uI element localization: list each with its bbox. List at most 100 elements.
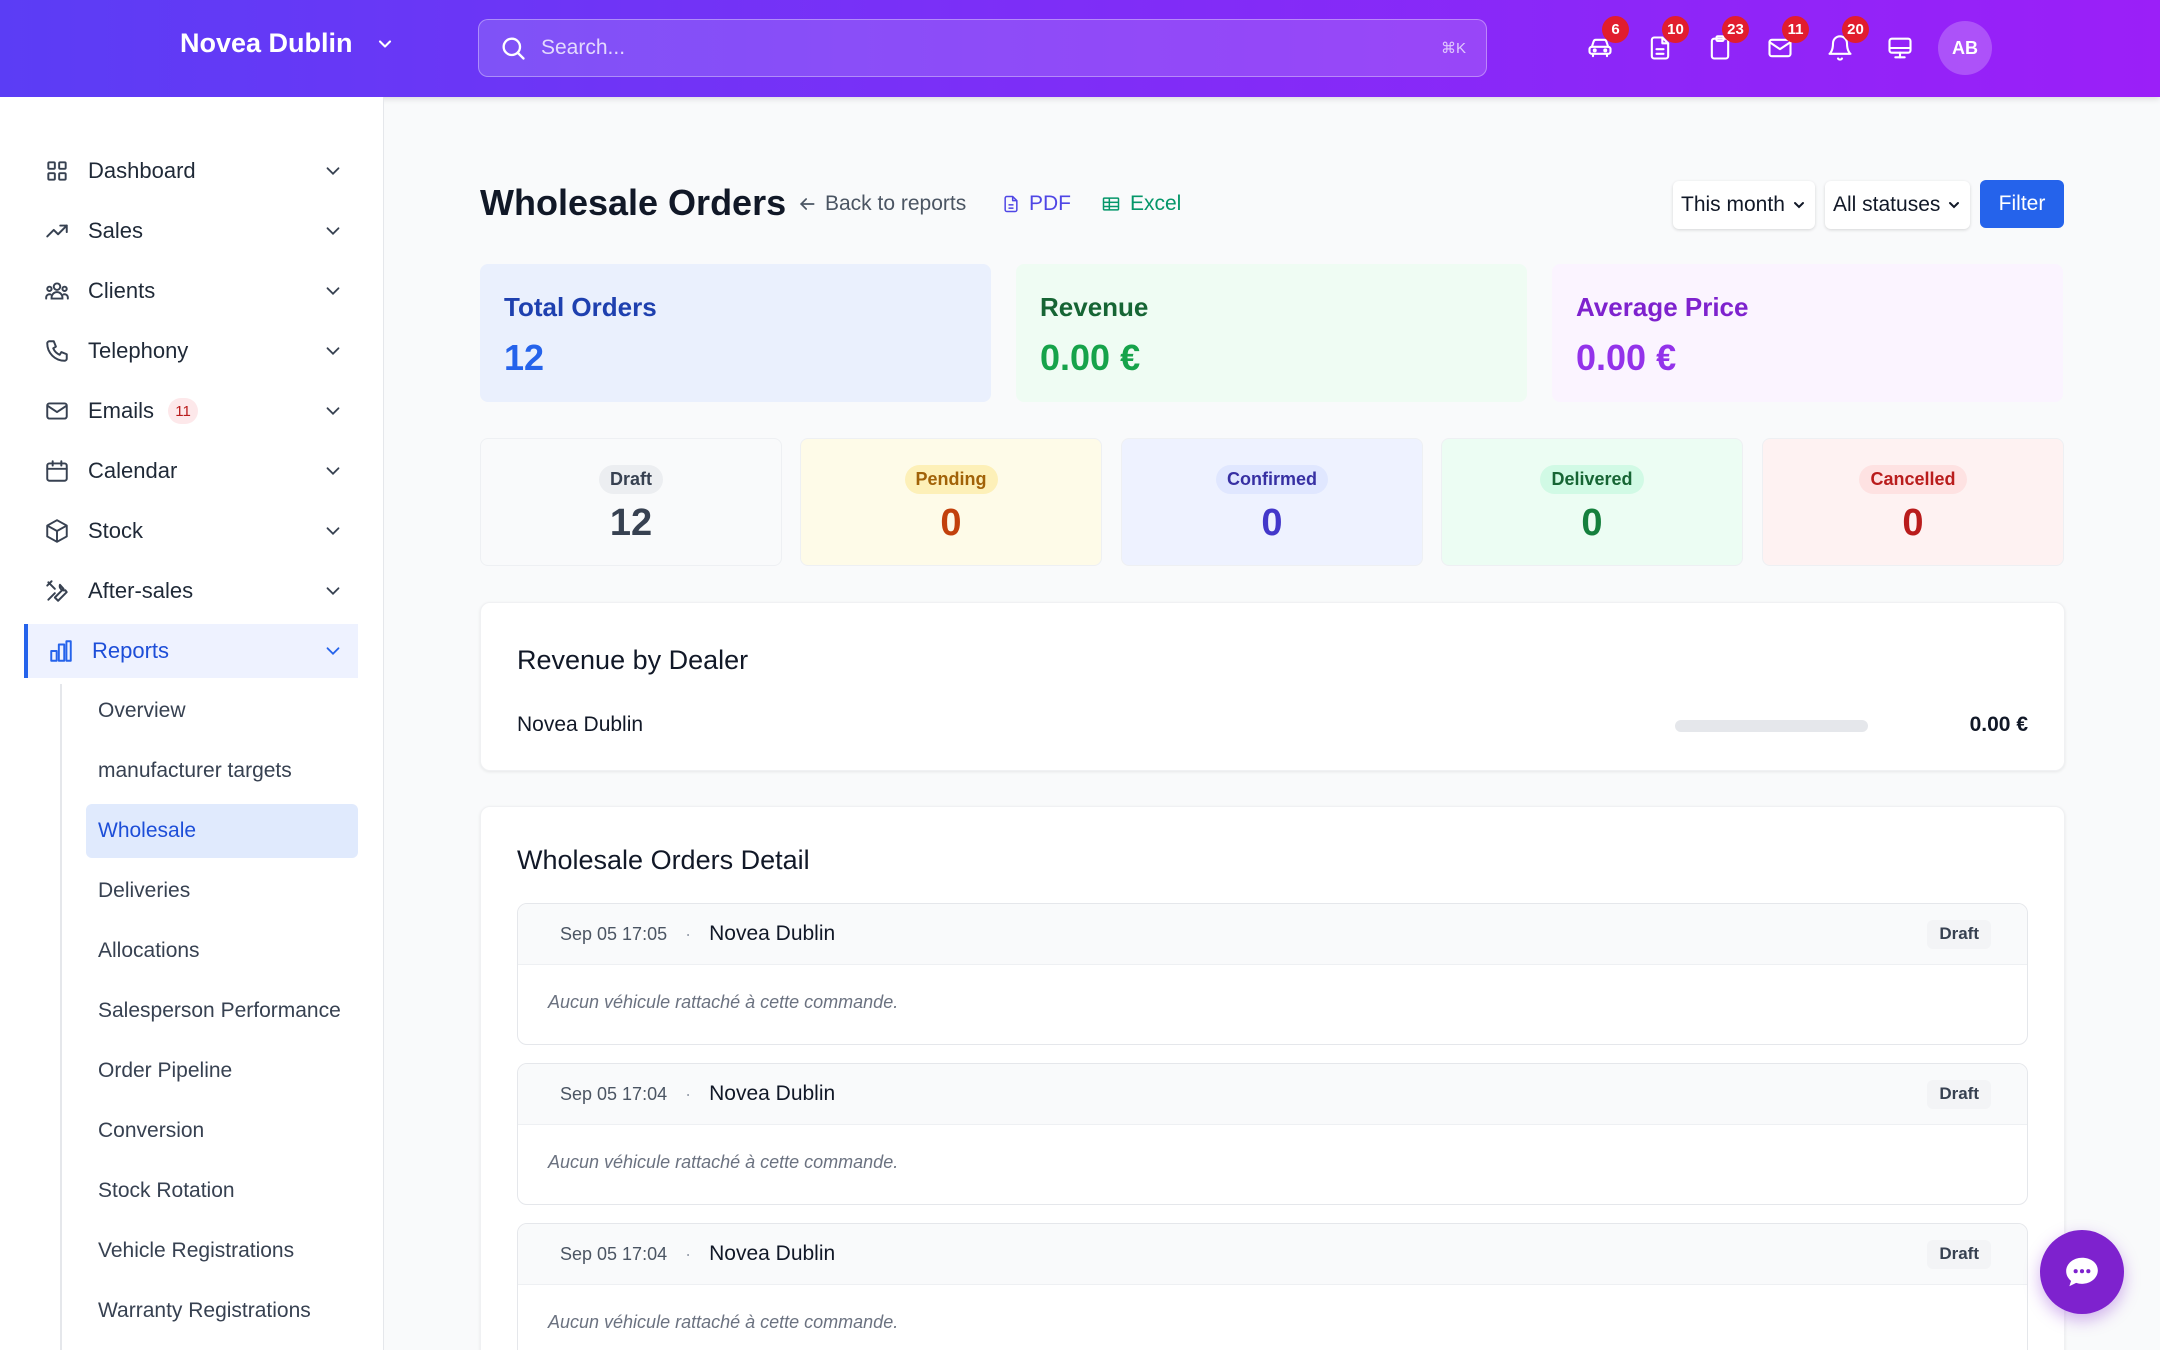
status-card-confirmed[interactable]: Confirmed 0 bbox=[1121, 438, 1423, 566]
trending-up-icon bbox=[46, 224, 68, 238]
order-empty-note: Aucun véhicule rattaché à cette commande… bbox=[548, 1312, 899, 1332]
revenue-label: Revenue bbox=[1040, 292, 1149, 322]
subnav-item-wholesale[interactable]: Wholesale bbox=[86, 804, 358, 858]
status-select[interactable]: All statuses bbox=[1825, 181, 1971, 229]
submenu-guide-line bbox=[60, 684, 62, 1350]
filter-button[interactable]: Filter bbox=[1980, 180, 2064, 228]
dealer-name: Novea Dublin bbox=[180, 28, 353, 58]
sidebar-item-label: After-sales bbox=[88, 578, 194, 603]
status-count: 0 bbox=[940, 502, 962, 544]
spreadsheet-icon bbox=[1102, 197, 1120, 211]
status-card-pending[interactable]: Pending 0 bbox=[800, 438, 1102, 566]
average-price-card: Average Price 0.00 € bbox=[1552, 264, 2063, 402]
total-orders-value: 12 bbox=[504, 337, 545, 378]
order-dealer: Novea Dublin bbox=[709, 1242, 836, 1265]
tasks-button[interactable]: 23 bbox=[1690, 16, 1750, 70]
tools-icon bbox=[46, 580, 68, 602]
sidebar-item-label: Calendar bbox=[88, 458, 178, 483]
dealer-row-name: Novea Dublin bbox=[517, 713, 644, 736]
user-avatar[interactable]: AB bbox=[1938, 21, 1992, 75]
sidebar-item-label: Dashboard bbox=[88, 158, 196, 183]
revenue-by-dealer-panel: Revenue by Dealer Novea Dublin 0.00 € bbox=[480, 602, 2065, 771]
subnav-item-allocations[interactable]: Allocations bbox=[86, 924, 358, 978]
display-button[interactable] bbox=[1870, 26, 1930, 70]
order-card[interactable]: Sep 05 17:04 · Novea Dublin Draft Aucun … bbox=[517, 1223, 2028, 1350]
sidebar-item-calendar[interactable]: Calendar bbox=[24, 444, 358, 498]
subnav-item-stock-rotation[interactable]: Stock Rotation bbox=[86, 1164, 358, 1218]
sidebar-item-sales[interactable]: Sales bbox=[24, 204, 358, 258]
bar-chart-icon bbox=[50, 640, 72, 662]
orders-detail-panel: Wholesale Orders Detail Sep 05 17:05 · N… bbox=[480, 806, 2065, 1350]
chevron-down-icon bbox=[326, 527, 340, 536]
order-date: Sep 05 17:04 bbox=[560, 1243, 668, 1264]
order-card[interactable]: Sep 05 17:04 · Novea Dublin Draft Aucun … bbox=[517, 1063, 2028, 1205]
box-icon bbox=[46, 519, 68, 543]
subnav-item-salesperson-performance[interactable]: Salesperson Performance bbox=[86, 984, 358, 1038]
pdf-label: PDF bbox=[1029, 192, 1071, 215]
order-card[interactable]: Sep 05 17:05 · Novea Dublin Draft Aucun … bbox=[517, 903, 2028, 1045]
chevron-down-icon bbox=[326, 587, 340, 596]
sidebar-item-dashboard[interactable]: Dashboard bbox=[24, 144, 358, 198]
header-icons: 6 10 23 11 20 bbox=[1570, 16, 1930, 70]
status-count: 0 bbox=[1902, 502, 1924, 544]
dealer-row-amount: 0.00 € bbox=[1969, 713, 2028, 736]
search-shortcut: ⌘K bbox=[1440, 40, 1466, 57]
status-select-value: All statuses bbox=[1833, 193, 1941, 216]
subnav-item-overview[interactable]: Overview bbox=[86, 684, 358, 738]
car-button[interactable]: 6 bbox=[1570, 16, 1630, 70]
documents-button[interactable]: 10 bbox=[1630, 16, 1690, 70]
subnav-item-manufacturer-targets[interactable]: manufacturer targets bbox=[86, 744, 358, 798]
arrow-left-icon bbox=[799, 198, 815, 210]
search-bar: ⌘K bbox=[478, 19, 1487, 77]
status-count: 12 bbox=[609, 502, 653, 544]
period-select[interactable]: This month bbox=[1673, 181, 1815, 229]
status-pill: Cancelled bbox=[1859, 465, 1967, 494]
export-pdf-link[interactable]: PDF bbox=[1001, 192, 1071, 216]
phone-icon bbox=[46, 340, 68, 362]
order-date: Sep 05 17:04 bbox=[560, 1083, 668, 1104]
chevron-down-icon bbox=[326, 287, 340, 296]
separator-dot: · bbox=[685, 1243, 692, 1264]
chat-bubble-icon bbox=[2066, 1257, 2098, 1287]
status-count: 0 bbox=[1581, 502, 1603, 544]
order-dealer: Novea Dublin bbox=[709, 1082, 836, 1105]
sidebar-item-label: Clients bbox=[88, 278, 156, 303]
sidebar-item-clients[interactable]: Clients bbox=[24, 264, 358, 318]
search-icon bbox=[502, 37, 525, 60]
subnav-item-warranty-registrations[interactable]: Warranty Registrations bbox=[86, 1284, 358, 1338]
status-card-delivered[interactable]: Delivered 0 bbox=[1441, 438, 1743, 566]
sidebar-item-stock[interactable]: Stock bbox=[24, 504, 358, 558]
panel-title: Revenue by Dealer bbox=[517, 645, 749, 675]
dealer-switcher[interactable]: Novea Dublin bbox=[180, 28, 395, 59]
subnav-item-vehicle-registrations[interactable]: Vehicle Registrations bbox=[86, 1224, 358, 1278]
subnav-item-deliveries[interactable]: Deliveries bbox=[86, 864, 358, 918]
status-count: 0 bbox=[1261, 502, 1283, 544]
subnav-item-order-pipeline[interactable]: Order Pipeline bbox=[86, 1044, 358, 1098]
back-to-reports-link[interactable]: Back to reports bbox=[797, 192, 966, 216]
search-input[interactable] bbox=[541, 36, 1441, 60]
subnav-item-conversion[interactable]: Conversion bbox=[86, 1104, 358, 1158]
status-pill: Draft bbox=[598, 465, 663, 494]
export-excel-link[interactable]: Excel bbox=[1100, 192, 1181, 216]
calendar-icon bbox=[46, 460, 68, 482]
notifications-button[interactable]: 20 bbox=[1810, 16, 1870, 70]
page-title: Wholesale Orders bbox=[480, 182, 787, 223]
sidebar-item-label: Emails bbox=[88, 398, 155, 423]
messages-badge: 11 bbox=[1782, 16, 1809, 43]
sidebar-item-telephony[interactable]: Telephony bbox=[24, 324, 358, 378]
average-price-label: Average Price bbox=[1576, 292, 1749, 322]
order-status-badge: Draft bbox=[1927, 919, 1991, 949]
separator-dot: · bbox=[685, 1083, 692, 1104]
users-icon bbox=[45, 282, 69, 300]
messages-button[interactable]: 11 bbox=[1750, 16, 1810, 70]
period-select-value: This month bbox=[1681, 193, 1785, 216]
status-card-cancelled[interactable]: Cancelled 0 bbox=[1762, 438, 2064, 566]
status-card-draft[interactable]: Draft 12 bbox=[480, 438, 782, 566]
sidebar-item-after-sales[interactable]: After-sales bbox=[24, 564, 358, 618]
sidebar-item-emails[interactable]: Emails 11 bbox=[24, 384, 358, 438]
sidebar-item-label: Reports bbox=[92, 638, 170, 663]
chat-button[interactable] bbox=[2040, 1230, 2124, 1314]
revenue-card: Revenue 0.00 € bbox=[1016, 264, 1527, 402]
sidebar-item-reports[interactable]: Reports bbox=[24, 624, 358, 678]
total-orders-label: Total Orders bbox=[504, 292, 657, 322]
